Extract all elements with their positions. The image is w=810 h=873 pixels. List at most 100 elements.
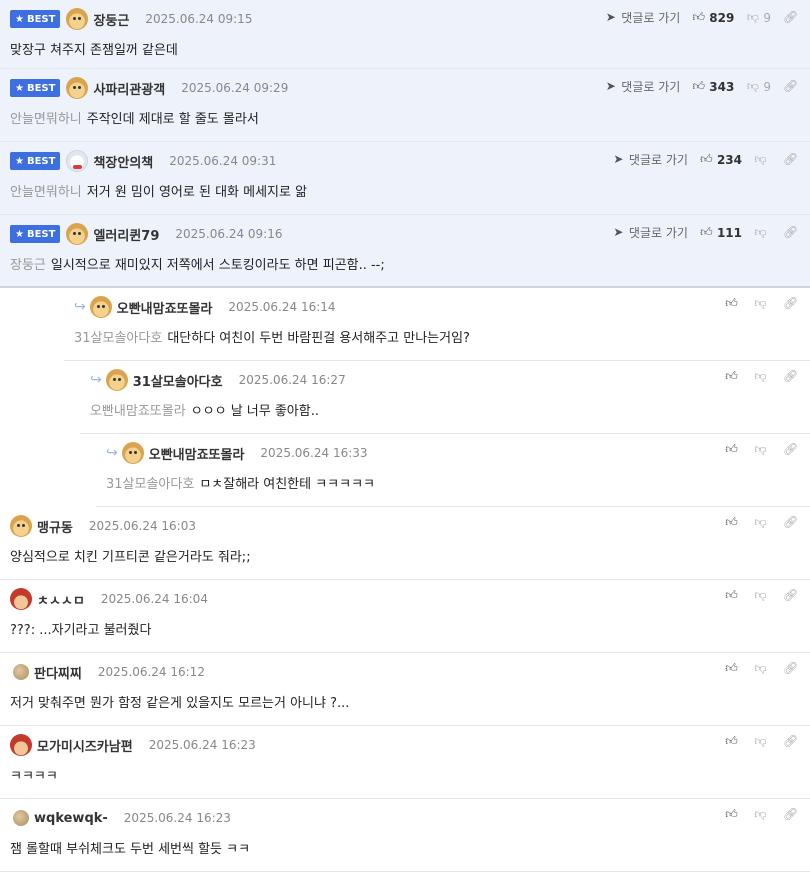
nickname[interactable]: 책장안의책 — [93, 152, 153, 171]
link-button[interactable]: 🔗︎ — [783, 443, 800, 456]
downvote-button[interactable]: 👎︎ — [754, 662, 771, 675]
comment-actions: 👍︎ 👎︎ 🔗︎ — [713, 370, 800, 383]
thumbs-down-icon: 👎︎ — [754, 152, 767, 166]
link-button[interactable]: 🔗︎ — [783, 11, 800, 24]
link-button[interactable]: 🔗︎ — [783, 808, 800, 821]
link-button[interactable]: 🔗︎ — [783, 735, 800, 748]
reply-target[interactable]: 안늘면뭐하니 — [10, 185, 82, 200]
send-icon: ➤ — [613, 152, 624, 166]
thumbs-down-icon: 👎︎ — [754, 296, 767, 310]
nickname[interactable]: 엘러리퀸79 — [93, 225, 159, 244]
upvote-button[interactable]: 👍︎ — [725, 370, 742, 383]
upvote-button[interactable]: 👍︎ — [725, 516, 742, 529]
downvote-button[interactable]: 👎︎ — [754, 370, 771, 383]
downvote-button[interactable]: 👎︎ — [754, 589, 771, 602]
link-button[interactable]: 🔗︎ — [783, 370, 800, 383]
timestamp: 2025.06.24 16:33 — [260, 446, 368, 460]
thumbs-up-icon: 👍︎ — [725, 369, 738, 383]
downvote-button[interactable]: 👎︎ — [754, 443, 771, 456]
comment-header: ★ BEST 사파리관광객 2025.06.24 09:29 ➤ 댓글로 가기 👍︎… — [10, 77, 800, 99]
upvote-button[interactable]: 👍︎ — [725, 662, 742, 675]
goto-comment-link[interactable]: ➤ 댓글로 가기 — [604, 9, 681, 26]
reply-target[interactable]: 장둥근 — [10, 258, 46, 273]
comment-header: ↪ 오빤내맘죠또몰라 2025.06.24 16:33 👍︎ 👎︎ 🔗︎ — [106, 442, 800, 464]
thumbs-up-icon: 👍︎ — [692, 10, 706, 24]
upvote-button[interactable]: 👍︎ 343 — [692, 80, 735, 94]
nickname[interactable]: ㅊㅅㅅㅁ — [37, 590, 85, 609]
link-button[interactable]: 🔗︎ — [783, 226, 800, 239]
link-button[interactable]: 🔗︎ — [783, 662, 800, 675]
santa-icon — [10, 588, 32, 610]
nickname[interactable]: 오빤내맘죠또몰라 — [117, 298, 213, 317]
comment-header: 모가미시즈카남편 2025.06.24 16:23 👍︎ 👎︎ 🔗︎ — [10, 734, 800, 756]
reply-arrow-icon: ↪ — [90, 372, 102, 388]
comment-header: ★ BEST 책장안의책 2025.06.24 09:31 ➤ 댓글로 가기 👍︎ 2… — [10, 150, 800, 172]
star-icon: ★ — [15, 13, 24, 25]
nickname[interactable]: 사파리관광객 — [93, 79, 165, 98]
link-button[interactable]: 🔗︎ — [783, 589, 800, 602]
goto-comment-link[interactable]: ➤ 댓글로 가기 — [604, 78, 681, 95]
downvote-button[interactable]: 👎︎ — [754, 297, 771, 310]
comment-header: wqkewqk- 2025.06.24 16:23 👍︎ 👎︎ 🔗︎ — [10, 808, 800, 828]
thumbs-up-icon: 👍︎ — [725, 734, 738, 748]
timestamp: 2025.06.24 16:23 — [148, 738, 256, 752]
downvote-button[interactable]: 👎︎ — [754, 808, 771, 821]
link-button[interactable]: 🔗︎ — [783, 80, 800, 93]
reply-target[interactable]: 오빤내맘죠또몰라 — [90, 404, 186, 419]
upvote-button[interactable]: 👍︎ 111 — [700, 226, 742, 240]
reply-target[interactable]: 안늘면뭐하니 — [10, 112, 82, 127]
best-badge: ★ BEST — [10, 152, 61, 170]
santa-icon — [10, 734, 32, 756]
nickname[interactable]: 장둥근 — [93, 10, 129, 29]
downvote-button[interactable]: 👎︎ 9 — [746, 11, 771, 25]
downvote-button[interactable]: 👎︎ 9 — [746, 80, 771, 94]
reply-target[interactable]: 31살모솔아다호 — [106, 477, 194, 492]
upvote-button[interactable]: 👍︎ 829 — [692, 10, 735, 25]
upvote-button[interactable]: 👍︎ — [725, 443, 742, 456]
comment-actions: 👍︎ 👎︎ 🔗︎ — [713, 297, 800, 310]
reply-comment: ↪ 오빤내맘죠또몰라 2025.06.24 16:33 👍︎ 👎︎ 🔗︎ 31살… — [96, 434, 810, 507]
nickname[interactable]: 31살모솔아다호 — [133, 371, 223, 390]
comment-actions: 👍︎ 👎︎ 🔗︎ — [713, 443, 800, 456]
nickname[interactable]: wqkewqk- — [34, 811, 108, 826]
downvote-button[interactable]: 👎︎ — [754, 153, 771, 166]
timestamp: 2025.06.24 16:27 — [238, 373, 346, 387]
nickname[interactable]: 오빤내맘죠또몰라 — [149, 444, 245, 463]
reply-target[interactable]: 31살모솔아다호 — [74, 331, 162, 346]
comment-body: ㅋㅋㅋㅋ — [10, 769, 58, 784]
comment-header: 판다찌찌 2025.06.24 16:12 👍︎ 👎︎ 🔗︎ — [10, 662, 800, 682]
link-button[interactable]: 🔗︎ — [783, 153, 800, 166]
comment-header: ★ BEST 장둥근 2025.06.24 09:15 ➤ 댓글로 가기 👍︎ 829… — [10, 8, 800, 30]
upvote-button[interactable]: 👍︎ 234 — [700, 153, 742, 167]
comment-list: ★ BEST 장둥근 2025.06.24 09:15 ➤ 댓글로 가기 👍︎ 829… — [0, 0, 810, 872]
nickname[interactable]: 맹규동 — [37, 517, 73, 536]
link-icon: 🔗︎ — [783, 10, 799, 24]
best-badge: ★ BEST — [10, 10, 61, 28]
upvote-button[interactable]: 👍︎ — [725, 808, 742, 821]
thumbs-down-icon: 👎︎ — [754, 661, 767, 675]
downvote-button[interactable]: 👎︎ — [754, 735, 771, 748]
upvote-button[interactable]: 👍︎ — [725, 735, 742, 748]
link-button[interactable]: 🔗︎ — [783, 297, 800, 310]
best-comment: ★ BEST 사파리관광객 2025.06.24 09:29 ➤ 댓글로 가기 👍︎… — [0, 69, 810, 142]
upvote-button[interactable]: 👍︎ — [725, 589, 742, 602]
downvote-button[interactable]: 👎︎ — [754, 516, 771, 529]
goto-comment-link[interactable]: ➤ 댓글로 가기 — [612, 151, 688, 168]
nickname[interactable]: 모가미시즈카남편 — [37, 736, 133, 755]
comment-actions: 👍︎ 👎︎ 🔗︎ — [713, 808, 800, 821]
timestamp: 2025.06.24 09:31 — [169, 154, 277, 168]
link-button[interactable]: 🔗︎ — [783, 516, 800, 529]
thumbs-up-icon: 👍︎ — [725, 296, 738, 310]
thumbs-down-icon: 👎︎ — [754, 734, 767, 748]
comment-body: 맞장구 쳐주지 존잼일꺼 같은데 — [10, 43, 178, 58]
comment-body: ???: ...자기라고 불러줬다 — [10, 623, 152, 638]
comment-body: 안늘면뭐하니 저거 원 밈이 영어로 된 대화 메세지로 앎 — [10, 185, 308, 200]
downvote-button[interactable]: 👎︎ — [754, 226, 771, 239]
nickname[interactable]: 판다찌찌 — [34, 663, 82, 682]
comment: 맹규동 2025.06.24 16:03 👍︎ 👎︎ 🔗︎ 양심적으로 치킨 기… — [0, 507, 810, 580]
upvote-button[interactable]: 👍︎ — [725, 297, 742, 310]
comment: ㅊㅅㅅㅁ 2025.06.24 16:04 👍︎ 👎︎ 🔗︎ ???: ...자… — [0, 580, 810, 653]
link-icon: 🔗︎ — [783, 369, 799, 383]
goto-comment-link[interactable]: ➤ 댓글로 가기 — [612, 224, 688, 241]
best-badge: ★ BEST — [10, 225, 61, 243]
